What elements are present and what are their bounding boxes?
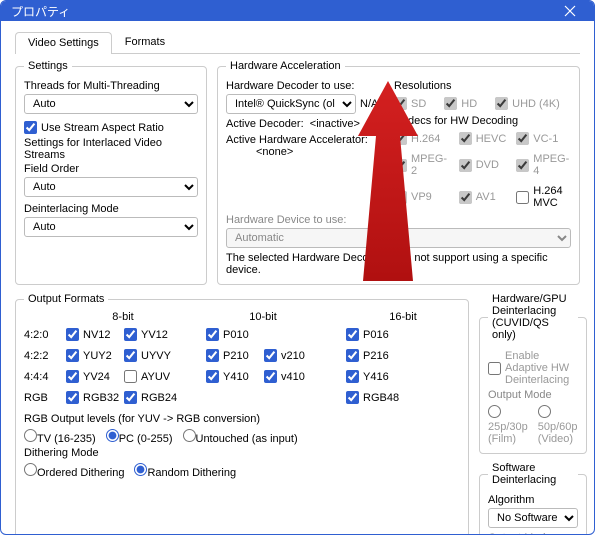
field-order-select[interactable]: Auto <box>24 177 198 197</box>
fmt-v410-chk[interactable]: v410 <box>264 370 320 383</box>
titlebar: プロパティ <box>1 1 594 21</box>
sw-algo-select[interactable]: No Software Deinterlacing <box>488 508 578 528</box>
hw-device-select[interactable]: Automatic <box>226 228 571 248</box>
fmt-v210-chk[interactable]: v210 <box>264 349 320 362</box>
fmt-yuy2-chk[interactable]: YUY2 <box>66 349 122 362</box>
codec-mpeg2-chk[interactable]: MPEG-2 <box>394 153 449 177</box>
row-rgb: RGB <box>24 392 64 404</box>
output-formats-legend: Output Formats <box>24 293 108 305</box>
dither-ordered-radio[interactable]: Ordered Dithering <box>24 463 124 479</box>
codec-av1-chk[interactable]: AV1 <box>459 185 507 209</box>
res-hd-chk[interactable]: HD <box>444 97 477 110</box>
col-10bit: 10-bit <box>206 311 320 323</box>
fmt-p010-chk[interactable]: P010 <box>206 328 262 341</box>
deint-mode-select[interactable]: Auto <box>24 217 198 237</box>
active-decoder-label: Active Decoder: <box>226 118 304 130</box>
tab-formats[interactable]: Formats <box>112 31 178 53</box>
hw-outmode-label: Output Mode <box>488 389 552 401</box>
codecs-label: Codecs for HW Decoding <box>394 115 571 127</box>
codec-vc1-chk[interactable]: VC-1 <box>516 132 571 145</box>
rgb-levels-label: RGB Output levels (for YUV -> RGB conver… <box>24 413 460 425</box>
active-decoder-value: <inactive> <box>310 118 360 130</box>
fmt-ayuv-chk[interactable]: AYUV <box>124 370 180 383</box>
settings-legend: Settings <box>24 60 72 72</box>
hw-decoder-label: Hardware Decoder to use: <box>226 80 384 92</box>
threads-label: Threads for Multi-Threading <box>24 80 198 92</box>
fmt-yv12-chk[interactable]: YV12 <box>124 328 180 341</box>
close-button[interactable] <box>556 1 584 21</box>
codec-mpeg4-chk[interactable]: MPEG-4 <box>516 153 571 177</box>
tab-video-settings[interactable]: Video Settings <box>15 32 112 54</box>
sw-algo-label: Algorithm <box>488 494 578 506</box>
fmt-uyvy-chk[interactable]: UYVY <box>124 349 180 362</box>
fmt-y416-chk[interactable]: Y416 <box>346 370 402 383</box>
deint-mode-label: Deinterlacing Mode <box>24 203 198 215</box>
fmt-rgb48-chk[interactable]: RGB48 <box>346 391 402 404</box>
rgb-tv-radio[interactable]: TV (16-235) <box>24 429 96 445</box>
fmt-p216-chk[interactable]: P216 <box>346 349 402 362</box>
col-8bit: 8-bit <box>66 311 180 323</box>
row-420: 4:2:0 <box>24 329 64 341</box>
hw-deint-group: Hardware/GPU Deinterlacing (CUVID/QS onl… <box>479 293 587 454</box>
res-sd-chk[interactable]: SD <box>394 97 426 110</box>
active-accel-value: <none> <box>226 146 384 158</box>
hw-legend: Hardware Acceleration <box>226 60 345 72</box>
interlaced-label: Settings for Interlaced Video Streams <box>24 137 198 161</box>
hw-deint-legend: Hardware/GPU Deinterlacing (CUVID/QS onl… <box>488 293 578 341</box>
sw-deint-group: Software Deinterlacing Algorithm No Soft… <box>479 462 587 535</box>
codec-vp9-chk[interactable]: VP9 <box>394 185 449 209</box>
settings-group: Settings Threads for Multi-Threading Aut… <box>15 60 207 285</box>
hw-accel-group: Hardware Acceleration Hardware Decoder t… <box>217 60 580 285</box>
field-order-label: Field Order <box>24 163 198 175</box>
output-formats-group: Output Formats 8-bit 10-bit 16-bit 4:2:0 N… <box>15 293 469 535</box>
window-title: プロパティ <box>11 3 70 20</box>
stream-aspect-chk[interactable]: Use Stream Aspect Ratio <box>24 121 198 134</box>
hw-decoder-na: N/A <box>360 98 378 110</box>
row-422: 4:2:2 <box>24 350 64 362</box>
res-uhd-chk[interactable]: UHD (4K) <box>495 97 560 110</box>
rgb-untouched-radio[interactable]: Untouched (as input) <box>183 429 298 445</box>
hw-device-label: Hardware Device to use: <box>226 214 571 226</box>
hw-note: The selected Hardware Decoder does not s… <box>226 252 571 276</box>
codec-h264-chk[interactable]: H.264 <box>394 132 449 145</box>
row-444: 4:4:4 <box>24 371 64 383</box>
col-16bit: 16-bit <box>346 311 460 323</box>
dither-random-radio[interactable]: Random Dithering <box>134 463 236 479</box>
tab-strip: Video Settings Formats <box>15 31 580 54</box>
adaptive-hw-deint-chk[interactable]: Enable Adaptive HW Deinterlacing <box>488 350 578 386</box>
rgb-pc-radio[interactable]: PC (0-255) <box>106 429 173 445</box>
fmt-y410-chk[interactable]: Y410 <box>206 370 262 383</box>
codec-hevc-chk[interactable]: HEVC <box>459 132 507 145</box>
resolutions-label: Resolutions <box>394 80 571 92</box>
active-accel-label: Active Hardware Accelerator: <box>226 134 384 146</box>
fmt-rgb32-chk[interactable]: RGB32 <box>66 391 122 404</box>
fmt-p210-chk[interactable]: P210 <box>206 349 262 362</box>
dither-label: Dithering Mode <box>24 447 460 459</box>
codec-h264mvc-chk[interactable]: H.264 MVC <box>516 185 571 209</box>
fmt-p016-chk[interactable]: P016 <box>346 328 402 341</box>
hw-video-radio[interactable]: 50p/60p (Video) <box>538 405 578 445</box>
threads-select[interactable]: Auto <box>24 94 198 114</box>
codec-dvd-chk[interactable]: DVD <box>459 153 507 177</box>
fmt-yv24-chk[interactable]: YV24 <box>66 370 122 383</box>
hw-film-radio[interactable]: 25p/30p (Film) <box>488 405 528 445</box>
fmt-nv12-chk[interactable]: NV12 <box>66 328 122 341</box>
hw-decoder-select[interactable]: Intel® QuickSync (old) <box>226 94 356 114</box>
close-icon <box>564 5 576 17</box>
sw-deint-legend: Software Deinterlacing <box>488 462 578 486</box>
fmt-rgb24-chk[interactable]: RGB24 <box>124 391 180 404</box>
